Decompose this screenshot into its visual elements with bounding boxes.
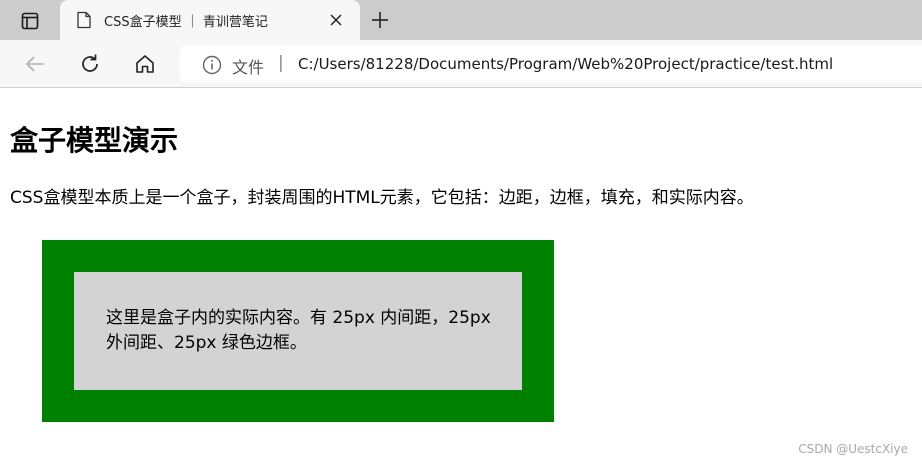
home-icon — [136, 55, 154, 73]
box-model-demo: 这里是盒子内的实际内容。有 25px 内间距，25px 外间距、25px 绿色边… — [42, 240, 554, 422]
page-paragraph: CSS盒模型本质上是一个盒子，封装周围的HTML元素，它包括：边距，边框，填充，… — [10, 188, 754, 208]
reload-button[interactable] — [77, 51, 103, 77]
box-content-text: 这里是盒子内的实际内容。有 25px 内间距，25px 外间距、25px 绿色边… — [106, 308, 491, 353]
tab-actions-button[interactable] — [12, 8, 48, 34]
close-tab-button[interactable] — [326, 10, 346, 30]
page-heading: 盒子模型演示 — [10, 124, 179, 157]
back-button[interactable] — [22, 51, 48, 77]
address-bar[interactable]: 文件 | C:/Users/81228/Documents/Program/We… — [180, 45, 922, 83]
browser-tab[interactable]: CSS盒子模型 ｜ 青训营笔记 — [60, 0, 360, 40]
new-tab-button[interactable] — [368, 8, 392, 32]
url-text[interactable]: C:/Users/81228/Documents/Program/Web%20P… — [298, 55, 833, 73]
close-icon — [330, 14, 342, 26]
tab-strip: CSS盒子模型 ｜ 青训营笔记 — [0, 0, 922, 40]
browser-toolbar: 文件 | C:/Users/81228/Documents/Program/We… — [0, 40, 922, 88]
reload-icon — [82, 54, 98, 72]
file-label: 文件 — [232, 58, 265, 77]
address-separator: | — [278, 53, 284, 73]
watermark: CSDN @UestcXiye — [798, 442, 908, 456]
info-icon[interactable] — [202, 55, 222, 75]
plus-icon — [372, 12, 388, 28]
page-content: 盒子模型演示 CSS盒模型本质上是一个盒子，封装周围的HTML元素，它包括：边距… — [0, 89, 922, 468]
document-icon — [77, 11, 91, 29]
arrow-left-icon — [25, 56, 44, 72]
tab-actions-icon — [21, 12, 39, 30]
home-button[interactable] — [132, 51, 158, 77]
tab-title: CSS盒子模型 ｜ 青训营笔记 — [104, 15, 268, 30]
box-content: 这里是盒子内的实际内容。有 25px 内间距，25px 外间距、25px 绿色边… — [74, 272, 522, 390]
